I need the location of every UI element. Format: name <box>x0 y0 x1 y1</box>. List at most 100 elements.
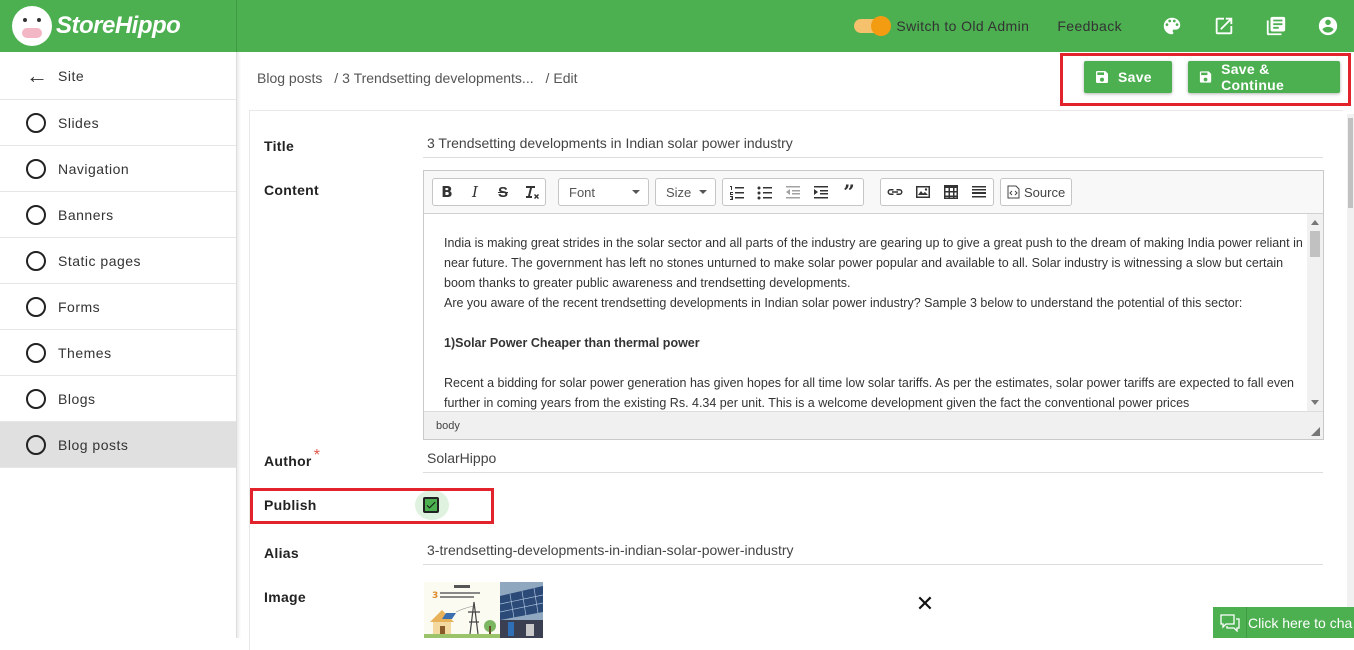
content-label: Content <box>264 182 319 198</box>
sidebar-back-site[interactable]: ← Site <box>0 52 236 100</box>
resize-grip-icon[interactable] <box>1311 427 1320 436</box>
save-button[interactable]: Save <box>1084 61 1172 93</box>
element-path[interactable]: body <box>436 420 460 432</box>
alias-underline <box>423 564 1323 565</box>
list-indent-group: ” <box>722 178 864 206</box>
link-button[interactable] <box>881 179 909 205</box>
table-button[interactable] <box>937 179 965 205</box>
editor-scrollbar-thumb[interactable] <box>1310 231 1320 257</box>
sidebar-item-blogs[interactable]: Blogs <box>0 376 236 422</box>
link-icon <box>887 189 903 195</box>
circle-icon <box>26 388 46 409</box>
top-bar: StoreHippo Switch to Old Admin Feedback <box>0 0 1354 52</box>
table-icon <box>944 185 958 199</box>
image-label: Image <box>264 589 306 605</box>
breadcrumb-blog-posts[interactable]: Blog posts <box>257 70 322 86</box>
size-combo[interactable]: Size <box>655 178 716 206</box>
caret-down-icon <box>699 190 708 194</box>
image-button[interactable] <box>909 179 937 205</box>
sidebar-item-slides[interactable]: Slides <box>0 100 236 146</box>
post-image-thumbnail-2[interactable] <box>500 582 543 638</box>
bulleted-list-button[interactable] <box>751 179 779 205</box>
sidebar-item-static-pages[interactable]: Static pages <box>0 238 236 284</box>
source-button-label: Source <box>1024 184 1066 200</box>
toggle-knob <box>871 16 892 36</box>
open-external-icon[interactable] <box>1198 0 1250 52</box>
outdent-icon <box>786 186 800 199</box>
italic-button[interactable]: I <box>461 179 489 205</box>
editor-content-area[interactable]: India is making great strides in the sol… <box>424 214 1323 411</box>
switch-old-admin-toggle[interactable] <box>854 16 892 36</box>
size-combo-label: Size <box>666 184 692 200</box>
palette-icon[interactable] <box>1146 0 1198 52</box>
indent-button[interactable] <box>807 179 835 205</box>
sidebar-item-forms[interactable]: Forms <box>0 284 236 330</box>
feedback-link[interactable]: Feedback <box>1057 18 1122 34</box>
account-circle-icon[interactable] <box>1302 0 1354 52</box>
editor-status-bar: body <box>424 411 1323 439</box>
alias-field[interactable]: 3-trendsetting-developments-in-indian-so… <box>427 542 794 558</box>
page-scrollbar-thumb[interactable] <box>1348 118 1353 208</box>
author-label-text: Author <box>264 453 312 469</box>
sidebar-item-label: Navigation <box>58 160 130 177</box>
title-label: Title <box>264 138 295 154</box>
source-icon <box>1007 185 1020 199</box>
sidebar-back-label: Site <box>58 67 85 84</box>
insert-group <box>880 178 994 206</box>
library-books-icon[interactable] <box>1250 0 1302 52</box>
sidebar-item-label: Blog posts <box>58 436 129 453</box>
sidebar-item-banners[interactable]: Banners <box>0 192 236 238</box>
rich-text-editor: B I S Font Size ” Source India is making… <box>423 170 1324 440</box>
post-image-thumbnail[interactable]: 3 <box>424 582 500 638</box>
publish-checkbox[interactable] <box>423 497 439 513</box>
title-field[interactable]: 3 Trendsetting developments in Indian so… <box>427 135 793 151</box>
save-continue-button[interactable]: Save & Continue <box>1188 61 1340 93</box>
strikethrough-button[interactable]: S <box>489 179 517 205</box>
breadcrumb: Blog posts /3 Trendsetting developments.… <box>257 70 578 86</box>
title-underline <box>423 157 1323 158</box>
author-field[interactable]: SolarHippo <box>427 450 496 466</box>
sidebar-item-label: Forms <box>58 298 101 315</box>
bulleted-list-icon <box>757 186 772 200</box>
bold-button[interactable]: B <box>433 179 461 205</box>
circle-icon <box>26 204 46 225</box>
editor-heading: 1)Solar Power Cheaper than thermal power <box>444 333 1304 353</box>
sidebar-item-label: Static pages <box>58 252 142 269</box>
numbered-list-button[interactable] <box>723 179 751 205</box>
editor-toolbar: B I S Font Size ” Source <box>424 171 1323 214</box>
horizontal-line-icon <box>972 186 986 198</box>
remove-format-button[interactable] <box>517 179 545 205</box>
chat-widget[interactable]: Click here to cha <box>1213 607 1354 638</box>
numbered-list-icon <box>730 186 744 200</box>
sidebar-item-label: Blogs <box>58 390 96 407</box>
remove-image-icon[interactable]: ✕ <box>913 592 937 616</box>
sidebar-shadow <box>237 52 241 638</box>
source-button[interactable]: Source <box>1001 179 1071 205</box>
font-combo-label: Font <box>569 184 596 200</box>
scroll-up-icon[interactable] <box>1311 220 1319 225</box>
breadcrumb-post-title[interactable]: 3 Trendsetting developments... <box>342 70 533 86</box>
circle-icon <box>26 434 46 455</box>
breadcrumb-current: Edit <box>553 70 578 86</box>
blockquote-button[interactable]: ” <box>835 179 863 205</box>
chat-widget-label: Click here to cha <box>1248 614 1353 631</box>
editor-paragraph: Are you aware of the recent trendsetting… <box>444 296 1243 310</box>
page-scrollbar[interactable] <box>1347 114 1354 638</box>
font-combo[interactable]: Font <box>558 178 649 206</box>
hippo-logo-icon <box>12 6 52 46</box>
sidebar-item-themes[interactable]: Themes <box>0 330 236 376</box>
arrow-left-icon: ← <box>26 62 48 88</box>
remove-format-icon <box>526 186 539 199</box>
sidebar-item-navigation[interactable]: Navigation <box>0 146 236 192</box>
scroll-down-icon[interactable] <box>1311 400 1319 405</box>
sidebar: ← Site Slides Navigation Banners Static … <box>0 52 237 638</box>
logo[interactable]: StoreHippo <box>0 0 237 52</box>
editor-scrollbar[interactable] <box>1307 214 1323 411</box>
publish-label: Publish <box>264 497 317 513</box>
top-bar-actions: Switch to Old Admin Feedback <box>854 0 1354 52</box>
switch-old-admin-label[interactable]: Switch to Old Admin <box>896 18 1029 34</box>
sidebar-item-blog-posts[interactable]: Blog posts <box>0 422 236 468</box>
horizontal-line-button[interactable] <box>965 179 993 205</box>
outdent-button[interactable] <box>779 179 807 205</box>
save-button-label: Save <box>1118 69 1152 85</box>
